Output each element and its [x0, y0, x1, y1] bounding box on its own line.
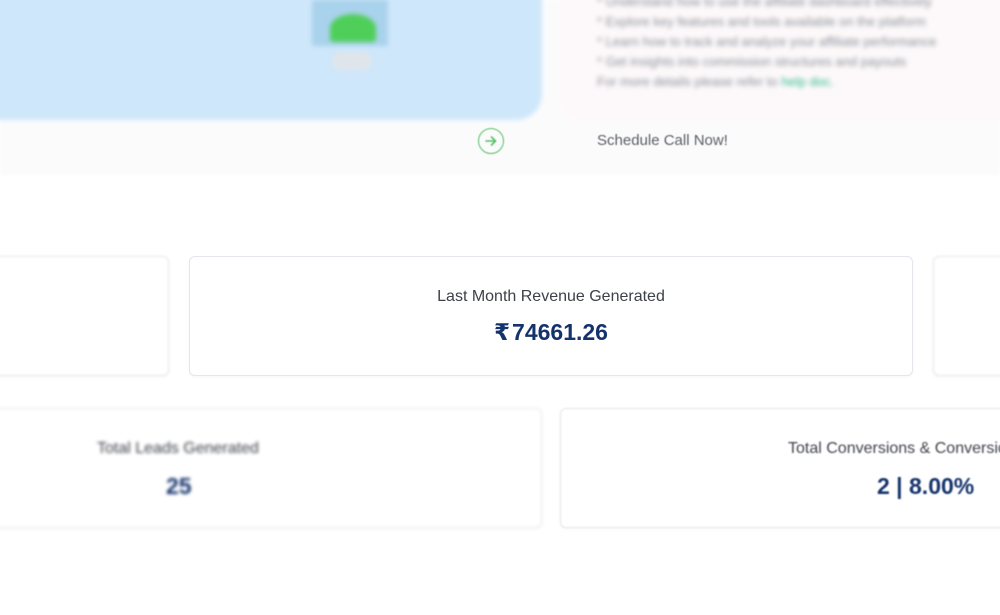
schedule-call-link[interactable]: Schedule Call Now!	[597, 132, 728, 149]
total-conversions-title: Total Conversions & Conversion Rate	[788, 440, 1000, 457]
info-details-text: For more details please refer to	[597, 74, 782, 89]
info-bullet: * Get insights into commission structure…	[597, 54, 907, 69]
illustration-plant	[330, 14, 376, 42]
info-bullet: * Explore key features and tools availab…	[597, 14, 926, 29]
illustration-cloud	[332, 52, 372, 70]
stat-card-partial-right	[933, 256, 1000, 376]
hero-illustration	[310, 0, 390, 72]
total-conversions-card: Total Conversions & Conversion Rate 2 | …	[560, 408, 1000, 528]
help-doc-link[interactable]: help doc.	[781, 74, 834, 89]
onboarding-info-list: * Understand how to use the affiliate da…	[597, 0, 997, 92]
revenue-amount: 74661.26	[512, 319, 608, 345]
arrow-right-circle-icon	[485, 136, 497, 146]
next-arrow-button[interactable]	[478, 128, 504, 154]
onboarding-hero-card	[0, 0, 542, 120]
total-leads-title: Total Leads Generated	[97, 440, 259, 457]
total-leads-card: Total Leads Generated 25	[0, 408, 542, 528]
last-month-revenue-title: Last Month Revenue Generated	[437, 288, 665, 305]
last-month-revenue-value: ₹74661.26	[190, 319, 912, 346]
stat-card-partial-left	[0, 256, 169, 376]
total-leads-value: 25	[166, 473, 192, 499]
info-details-line: For more details please refer to help do…	[597, 72, 997, 92]
affiliate-dashboard: * Understand how to use the affiliate da…	[0, 0, 1000, 615]
info-bullet: * Understand how to use the affiliate da…	[597, 0, 932, 9]
info-bullet: * Learn how to track and analyze your af…	[597, 34, 937, 49]
last-month-revenue-card: Last Month Revenue Generated ₹74661.26	[189, 256, 913, 376]
rupee-currency-symbol: ₹	[494, 319, 511, 345]
total-conversions-value: 2 | 8.00%	[877, 473, 975, 499]
